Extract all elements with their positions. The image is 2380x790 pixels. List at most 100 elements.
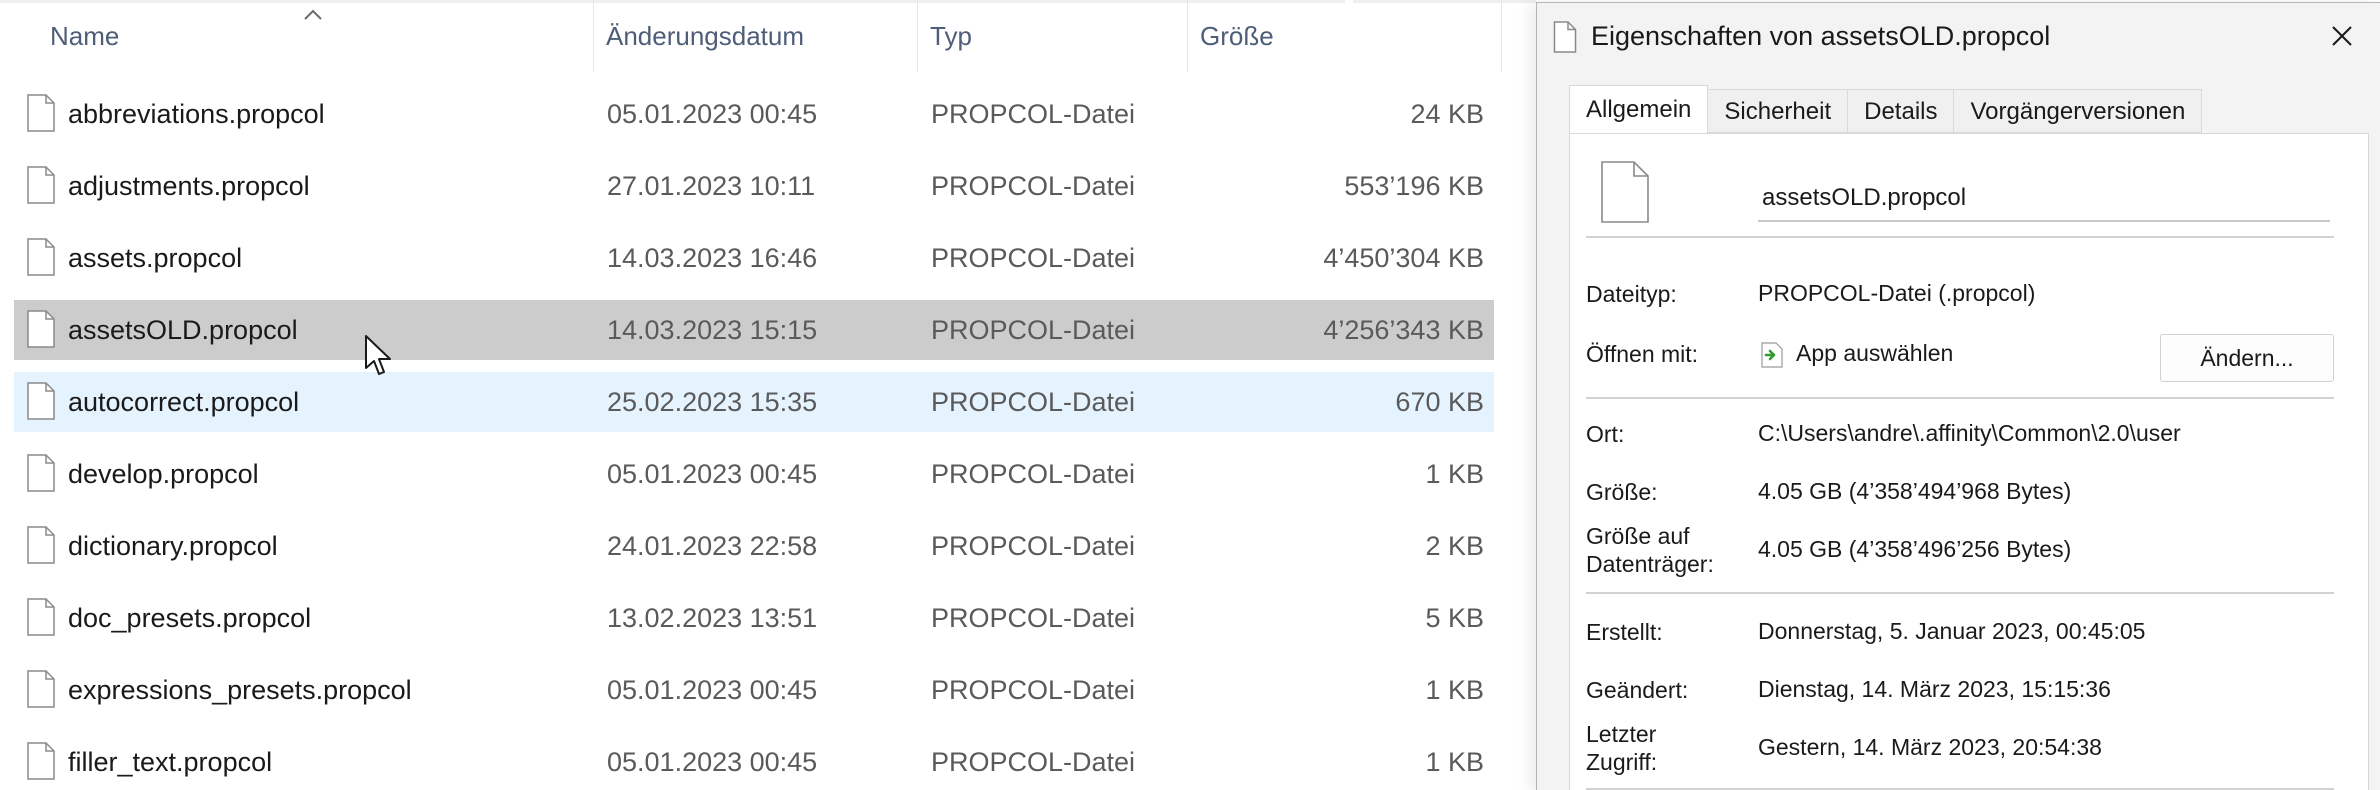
properties-dialog: Eigenschaften von assetsOLD.propcol Allg… (1536, 2, 2380, 790)
file-size: 1 KB (1425, 747, 1484, 777)
location-value: C:\Users\andre\.affinity\Common\2.0\user (1758, 420, 2181, 446)
file-row[interactable]: dictionary.propcol 24.01.2023 22:58 PROP… (14, 516, 1494, 576)
created-label: Erstellt: (1586, 619, 1663, 645)
file-type: PROPCOL-Datei (931, 387, 1136, 417)
file-date: 05.01.2023 00:45 (607, 459, 818, 489)
file-explorer-list: Name Änderungsdatum Typ Größe abbreviati… (0, 0, 1536, 790)
column-header-bar: Name Änderungsdatum Typ Größe (0, 0, 1536, 72)
modified-label: Geändert: (1586, 677, 1689, 703)
file-size: 24 KB (1410, 99, 1484, 129)
accessed-value: Gestern, 14. März 2023, 20:54:38 (1758, 734, 2102, 760)
disk-size-label-line1: Größe auf (1586, 523, 1690, 549)
location-label: Ort: (1586, 421, 1625, 447)
filename-field[interactable] (1758, 176, 2330, 222)
file-size: 670 KB (1395, 387, 1484, 417)
file-row-hover[interactable]: autocorrect.propcol 25.02.2023 15:35 PRO… (14, 372, 1494, 432)
file-list: abbreviations.propcol 05.01.2023 00:45 P… (14, 84, 1494, 790)
file-type: PROPCOL-Datei (931, 747, 1136, 777)
file-row-selected[interactable]: assetsOLD.propcol 14.03.2023 15:15 PROPC… (14, 300, 1494, 360)
column-header-size[interactable]: Größe (1188, 0, 1502, 72)
file-type: PROPCOL-Datei (931, 171, 1136, 201)
file-type: PROPCOL-Datei (931, 243, 1136, 273)
file-row[interactable]: develop.propcol 05.01.2023 00:45 PROPCOL… (14, 444, 1494, 504)
file-size: 2 KB (1425, 531, 1484, 561)
tab-vorgaengerversionen[interactable]: Vorgängerversionen (1954, 89, 2203, 133)
file-icon (1553, 21, 1577, 53)
file-type: PROPCOL-Datei (931, 603, 1136, 633)
file-icon (27, 598, 55, 636)
file-size: 1 KB (1425, 675, 1484, 705)
column-header-date[interactable]: Änderungsdatum (594, 0, 918, 72)
file-icon (27, 238, 55, 276)
file-icon (27, 742, 55, 780)
file-date: 14.03.2023 15:15 (607, 315, 818, 345)
tab-sicherheit[interactable]: Sicherheit (1708, 89, 1849, 133)
file-name: assets.propcol (68, 243, 243, 273)
file-date: 14.03.2023 16:46 (607, 243, 818, 273)
file-type: PROPCOL-Datei (931, 459, 1136, 489)
file-date: 05.01.2023 00:45 (607, 99, 818, 129)
file-icon (27, 166, 55, 204)
column-header-type[interactable]: Typ (918, 0, 1188, 72)
size-label: Größe: (1586, 479, 1658, 505)
file-icon (1601, 161, 1649, 223)
separator (1586, 592, 2334, 594)
size-value: 4.05 GB (4’358’494’968 Bytes) (1758, 478, 2072, 504)
file-icon (27, 670, 55, 708)
dialog-tabs: Allgemein Sicherheit Details Vorgängerve… (1569, 85, 2203, 133)
file-date: 05.01.2023 00:45 (607, 747, 818, 777)
separator (1586, 236, 2334, 238)
file-icon (27, 454, 55, 492)
open-with-value: App auswählen (1796, 340, 1954, 366)
file-date: 13.02.2023 13:51 (607, 603, 818, 633)
disk-size-label-line2: Datenträger: (1586, 551, 1714, 577)
file-row[interactable]: doc_presets.propcol 13.02.2023 13:51 PRO… (14, 588, 1494, 648)
file-row[interactable]: abbreviations.propcol 05.01.2023 00:45 P… (14, 84, 1494, 144)
file-icon (27, 94, 55, 132)
file-size: 4’256’343 KB (1323, 315, 1484, 345)
file-name: abbreviations.propcol (68, 99, 325, 129)
file-icon (27, 526, 55, 564)
file-name: filler_text.propcol (68, 747, 273, 777)
screen: Name Änderungsdatum Typ Größe abbreviati… (0, 0, 2380, 790)
accessed-label-line1: Letzter (1586, 721, 1657, 747)
tab-details[interactable]: Details (1848, 89, 1955, 133)
file-type: PROPCOL-Datei (931, 315, 1136, 345)
file-row[interactable]: adjustments.propcol 27.01.2023 10:11 PRO… (14, 156, 1494, 216)
file-name: doc_presets.propcol (68, 603, 312, 633)
disk-size-value: 4.05 GB (4’358’496’256 Bytes) (1758, 536, 2072, 562)
file-type: PROPCOL-Datei (931, 675, 1136, 705)
file-name: autocorrect.propcol (68, 387, 300, 417)
app-select-arrow-icon (1761, 342, 1783, 368)
accessed-label-line2: Zugriff: (1586, 749, 1658, 775)
file-name: adjustments.propcol (68, 171, 310, 201)
change-button[interactable]: Ändern... (2160, 334, 2334, 382)
tab-allgemein[interactable]: Allgemein (1569, 85, 1709, 133)
separator (1586, 397, 2334, 399)
modified-value: Dienstag, 14. März 2023, 15:15:36 (1758, 676, 2111, 702)
file-date: 27.01.2023 10:11 (607, 171, 816, 201)
file-type: PROPCOL-Datei (931, 99, 1136, 129)
filetype-value: PROPCOL-Datei (.propcol) (1758, 280, 2036, 306)
file-icon (27, 310, 55, 348)
dialog-title: Eigenschaften von assetsOLD.propcol (1591, 21, 2051, 51)
file-size: 5 KB (1425, 603, 1484, 633)
open-with-label: Öffnen mit: (1586, 341, 1699, 367)
file-type: PROPCOL-Datei (931, 531, 1136, 561)
column-header-name[interactable]: Name (38, 0, 594, 72)
file-row[interactable]: assets.propcol 14.03.2023 16:46 PROPCOL-… (14, 228, 1494, 288)
file-name: dictionary.propcol (68, 531, 278, 561)
file-date: 25.02.2023 15:35 (607, 387, 818, 417)
file-name: expressions_presets.propcol (68, 675, 412, 705)
close-button[interactable] (2327, 21, 2357, 51)
file-row[interactable]: filler_text.propcol 05.01.2023 00:45 PRO… (14, 732, 1494, 790)
file-icon (27, 382, 55, 420)
general-tab-panel: Dateityp: PROPCOL-Datei (.propcol) Öffne… (1569, 133, 2369, 790)
file-row[interactable]: expressions_presets.propcol 05.01.2023 0… (14, 660, 1494, 720)
file-date: 05.01.2023 00:45 (607, 675, 818, 705)
file-name: assetsOLD.propcol (68, 315, 298, 345)
close-icon (2332, 26, 2352, 46)
created-value: Donnerstag, 5. Januar 2023, 00:45:05 (1758, 618, 2146, 644)
file-size: 1 KB (1425, 459, 1484, 489)
mouse-cursor-icon (365, 335, 391, 375)
